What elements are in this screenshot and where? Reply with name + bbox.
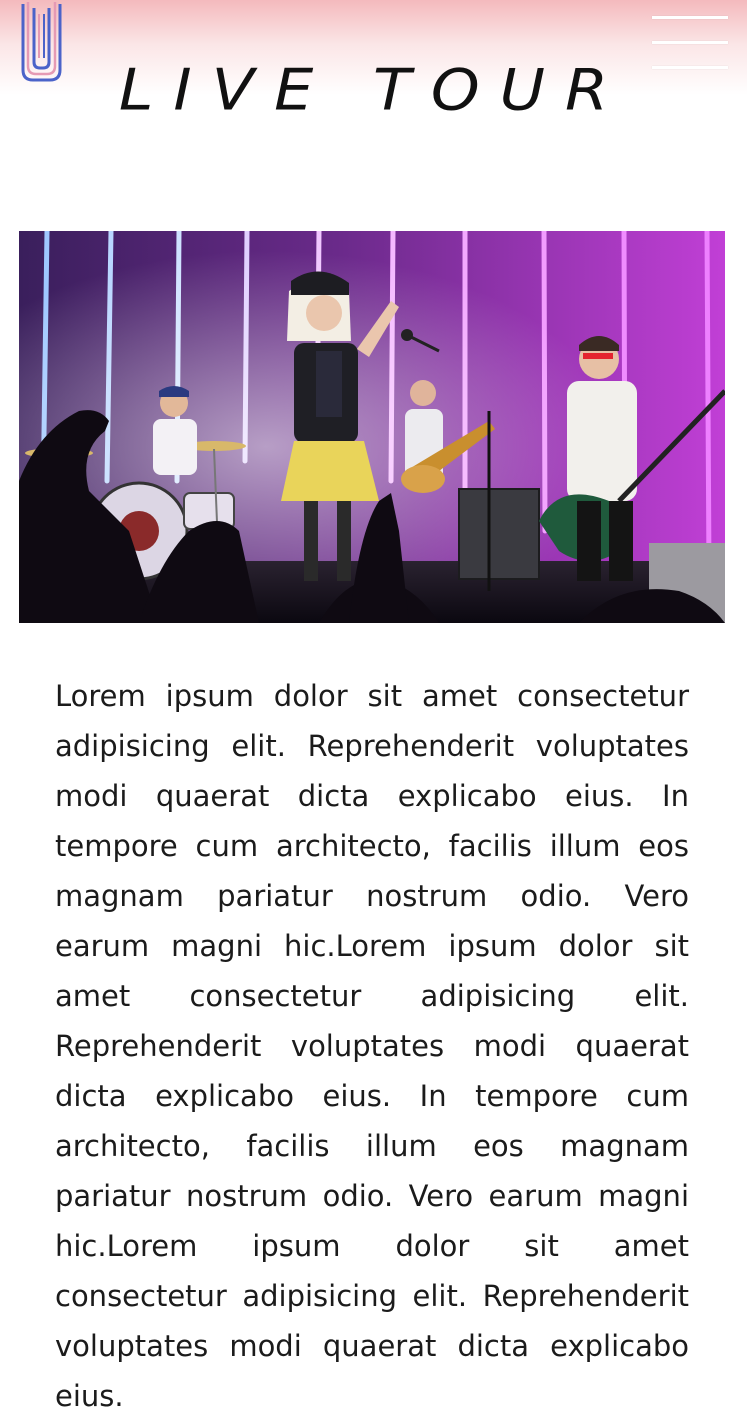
tour-description: Lorem ipsum dolor sit amet consectetur a… — [55, 679, 689, 1413]
concert-stage-photo — [19, 231, 725, 623]
menu-bar-top — [652, 16, 728, 19]
menu-bar-middle — [652, 41, 728, 44]
hamburger-menu-icon[interactable] — [652, 14, 728, 72]
page-header: LIVE TOUR — [0, 0, 747, 150]
page-title: LIVE TOUR — [118, 55, 629, 124]
menu-bar-bottom — [652, 66, 728, 69]
